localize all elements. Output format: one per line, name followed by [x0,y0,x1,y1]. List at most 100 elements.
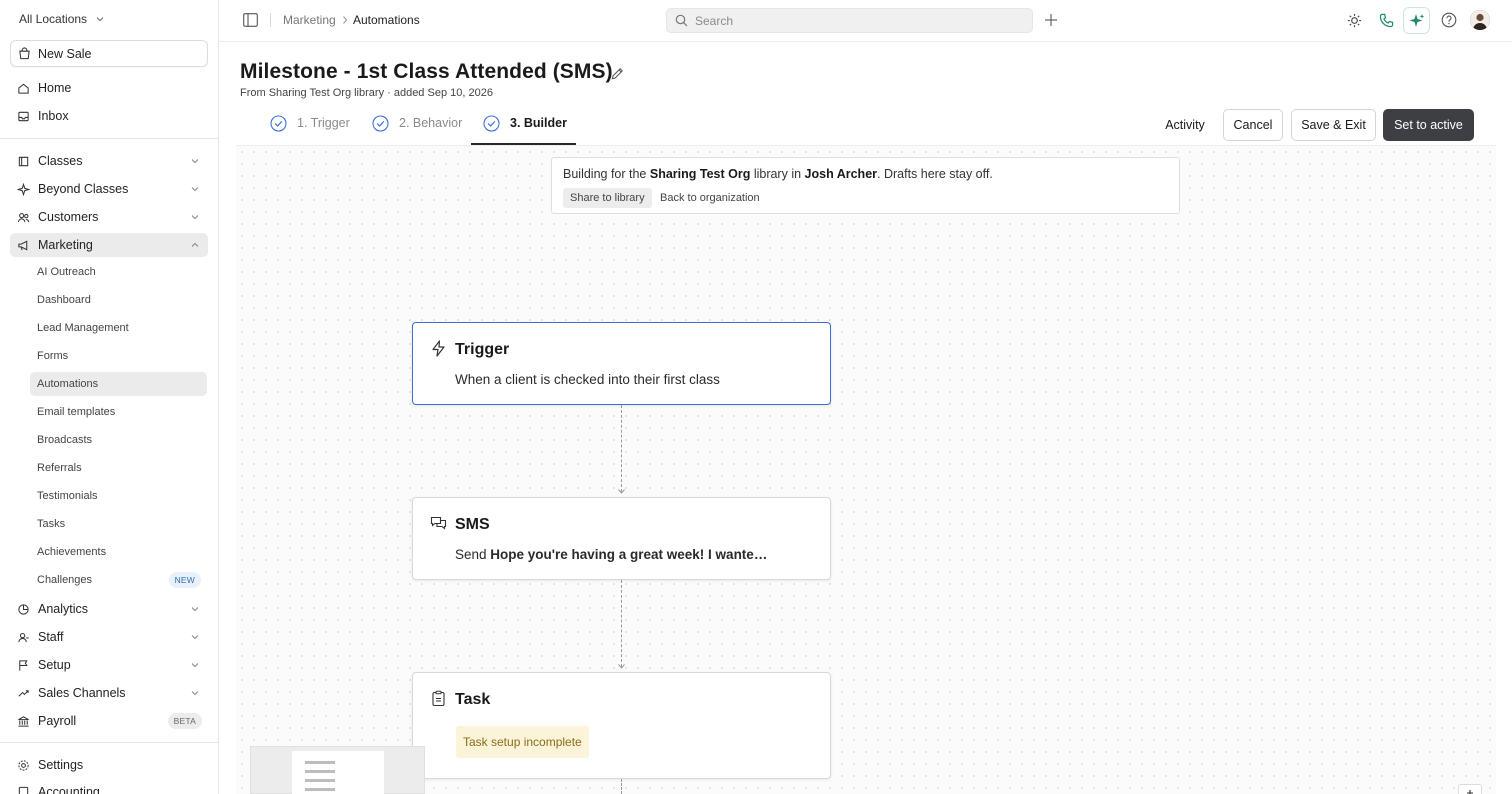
divider [0,742,218,743]
save-exit-button[interactable]: Save & Exit [1291,109,1376,141]
builder-canvas[interactable]: Building for the Sharing Test Org librar… [236,146,1496,794]
inbox-icon [18,111,29,121]
sidebar-subitem-label: Email templates [37,406,116,418]
sidebar-subitem-dashboard[interactable]: Dashboard [30,288,207,312]
help-icon [1441,12,1457,28]
sidebar-item-classes[interactable]: Classes [10,149,208,173]
banner-text-post: . Drafts here stay off. [877,167,993,181]
minimap-node [305,761,335,764]
avatar[interactable] [1470,10,1490,30]
sidebar-subitem-achievements[interactable]: Achievements [30,540,207,564]
sparkle-icon [17,182,30,196]
search-input[interactable] [695,13,1025,28]
theme-toggle-button[interactable] [1345,11,1363,29]
search-icon [675,14,688,27]
arrow-down-icon [618,489,625,494]
sidebar-item-setup[interactable]: Setup [10,653,208,677]
help-button[interactable] [1440,11,1458,29]
minimap[interactable] [250,746,425,794]
chevron-down-icon [191,215,199,220]
banner-text-pre: Building for the [563,167,650,181]
step-label: 3. Builder [510,116,567,130]
users-icon [17,212,30,222]
sidebar-item-marketing[interactable]: Marketing [10,233,208,257]
staff-icon [18,632,29,642]
location-label: All Locations [19,12,88,26]
divider [0,138,218,139]
search-bar[interactable] [666,8,1033,33]
sidebar-item-label: Beyond Classes [38,182,129,196]
sidebar-item-label: Sales Channels [38,686,126,700]
trigger-node[interactable]: Trigger When a client is checked into th… [412,322,831,405]
activity-button[interactable]: Activity [1156,109,1214,141]
zoom-in-button[interactable] [1458,784,1482,794]
sidebar-item-staff[interactable]: Staff [10,625,208,649]
banner-text-mid: library in [750,167,805,181]
sidebar-subitem-ai-outreach[interactable]: AI Outreach [30,260,207,284]
page-title: Milestone - 1st Class Attended (SMS) [240,60,613,83]
task-node[interactable]: Task Task setup incomplete [412,672,831,779]
user-avatar-icon [1470,10,1490,30]
pencil-icon[interactable] [610,66,625,81]
minimap-node [305,770,335,773]
sidebar-subitem-tasks[interactable]: Tasks [30,512,207,536]
check-circle-icon [483,114,500,132]
sidebar-item-beyond-classes[interactable]: Beyond Classes [10,177,208,201]
sms-node[interactable]: SMS Send Hope you're having a great week… [412,497,831,580]
node-description: Send Hope you're having a great week! I … [455,547,767,562]
banner-org: Sharing Test Org [649,167,751,181]
sidebar-item-sales-channels[interactable]: Sales Channels [10,681,208,705]
share-to-library-button[interactable]: Share to library [563,188,652,208]
sidebar-subitem-label: Dashboard [37,294,91,306]
sidebar-item-payroll[interactable]: Payroll BETA [10,709,208,733]
page-subtitle: From Sharing Test Org library · added Se… [240,87,493,99]
node-title: Task [455,691,491,708]
check-circle-icon [372,114,389,132]
sidebar-subitem-label: Testimonials [37,490,98,502]
sidebar-subitem-challenges[interactable]: Challenges NEW [30,568,207,592]
sidebar-item-home[interactable]: Home [10,76,208,100]
sidebar-item-accounting[interactable]: Accounting [10,780,208,794]
cancel-button[interactable]: Cancel [1223,109,1283,141]
book-icon [18,156,29,166]
sidebar-subitem-email-templates[interactable]: Email templates [30,400,207,424]
sidebar-item-settings[interactable]: Settings [10,753,208,777]
chevron-down-icon [96,17,104,22]
chevron-down-icon [191,159,199,164]
phone-button[interactable] [1377,11,1395,29]
sidebar-subitem-automations[interactable]: Automations [30,372,207,396]
new-badge: NEW [168,572,201,588]
sidebar-subitem-referrals[interactable]: Referrals [30,456,207,480]
sidebar-item-customers[interactable]: Customers [10,205,208,229]
sms-message-preview: Hope you're having a great week! I wante… [490,547,768,562]
sidebar-subitem-broadcasts[interactable]: Broadcasts [30,428,207,452]
breadcrumb-marketing[interactable]: Marketing [283,13,336,27]
sidebar-item-inbox[interactable]: Inbox [10,104,208,128]
sidebar-item-label: Analytics [38,602,89,616]
sidebar-subitem-forms[interactable]: Forms [30,344,207,368]
sidebar-item-analytics[interactable]: Analytics [10,597,208,621]
add-icon[interactable] [1044,13,1058,27]
sidebar-subitem-testimonials[interactable]: Testimonials [30,484,207,508]
step-trigger[interactable]: 1. Trigger [270,113,350,133]
sidebar-subitem-label: AI Outreach [37,266,96,278]
sidebar-item-label: Home [38,81,72,95]
breadcrumb-automations: Automations [353,13,420,27]
sms-send-label: Send [455,547,491,562]
new-sale-button[interactable]: New Sale [10,40,208,67]
library-banner: Building for the Sharing Test Org librar… [551,157,1180,214]
node-title: Trigger [455,341,510,358]
chat-bubbles-icon [430,516,447,530]
gear-icon [18,759,29,771]
back-to-organization-button[interactable]: Back to organization [653,188,767,208]
minimap-viewport [292,751,384,794]
location-selector[interactable]: All Locations [19,11,105,27]
step-builder[interactable]: 3. Builder [483,113,567,133]
beta-badge: BETA [167,713,202,729]
sidebar-toggle-icon[interactable] [243,13,258,27]
sidebar-subitem-lead-management[interactable]: Lead Management [30,316,207,340]
step-behavior[interactable]: 2. Behavior [372,113,462,133]
ai-assistant-button[interactable] [1403,7,1430,34]
set-active-button[interactable]: Set to active [1383,109,1474,141]
sun-icon [1347,13,1361,27]
